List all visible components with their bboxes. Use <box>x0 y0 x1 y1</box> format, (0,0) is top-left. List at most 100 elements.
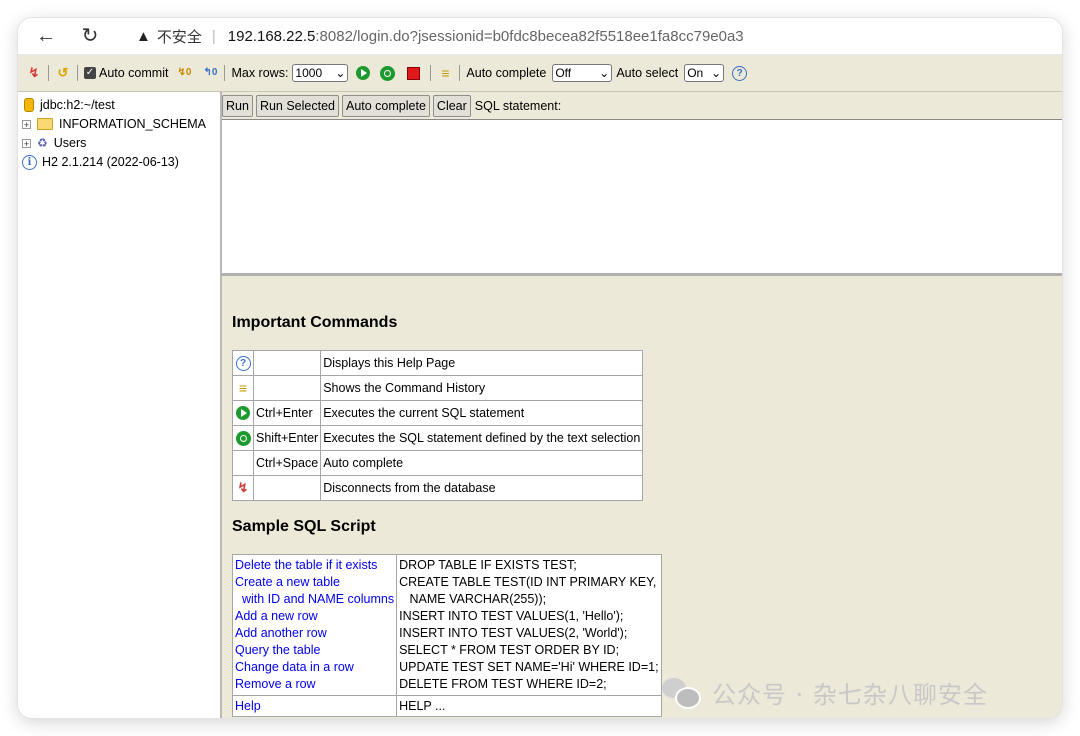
browser-window: ← ↻ ▲ 不安全 | 192.168.22.5:8082/login.do?j… <box>18 18 1062 718</box>
sample-link[interactable]: with ID and NAME columns <box>235 591 394 608</box>
important-commands-table: ? Displays this Help Page ≡ Shows the Co… <box>232 350 644 501</box>
disconnect-icon[interactable]: ↯ <box>26 65 42 81</box>
description-cell: Executes the SQL statement defined by th… <box>320 425 644 451</box>
sample-code-line: NAME VARCHAR(255)); <box>399 592 547 606</box>
shortcut-cell: Shift+Enter <box>252 425 322 451</box>
info-icon: i <box>22 154 37 170</box>
sample-code-line: INSERT INTO TEST VALUES(1, 'Hello'); <box>399 609 624 623</box>
chevron-down-icon: ⌄ <box>711 66 722 80</box>
tree-item-information-schema[interactable]: + INFORMATION_SCHEMA <box>22 115 206 133</box>
run-selected-button[interactable]: Run Selected <box>255 95 339 117</box>
help-icon: ? <box>235 356 251 371</box>
toolbar-divider <box>48 65 49 81</box>
auto-commit-toggle[interactable]: ✓ Auto commit <box>84 66 168 80</box>
shortcut-cell: Ctrl+Enter <box>252 400 322 426</box>
sample-code-line: DELETE FROM TEST WHERE ID=2; <box>399 677 607 691</box>
sample-links-cell: Delete the table if it exists Create a n… <box>231 554 398 696</box>
auto-complete-label: Auto complete <box>466 66 547 80</box>
history-icon: ≡ <box>238 380 248 396</box>
sample-link[interactable]: Query the table <box>235 642 394 659</box>
folder-icon <box>37 118 53 130</box>
url-host: 192.168.22.5 <box>227 27 316 45</box>
icon-cell: ? <box>232 350 254 376</box>
help-link-cell: Help <box>231 695 398 717</box>
tree-item-label: Users <box>53 136 87 150</box>
table-row: Shift+Enter Executes the SQL statement d… <box>232 425 644 451</box>
sample-code-line: UPDATE TEST SET NAME='Hi' WHERE ID=1; <box>399 660 659 674</box>
sample-link[interactable]: Change data in a row <box>235 659 394 676</box>
description-cell: Shows the Command History <box>320 375 644 401</box>
auto-select-select[interactable]: On ⌄ <box>684 64 725 82</box>
table-row: Ctrl+Enter Executes the current SQL stat… <box>232 400 644 426</box>
shortcut-cell <box>252 350 322 376</box>
max-rows-select[interactable]: 1000 ⌄ <box>292 64 349 82</box>
run-selected-icon[interactable] <box>380 65 396 81</box>
auto-complete-select[interactable]: Off ⌄ <box>552 64 613 82</box>
important-commands-title: Important Commands <box>232 314 398 331</box>
description-cell: Auto complete <box>320 450 644 476</box>
icon-cell <box>232 425 254 451</box>
connection-label: jdbc:h2:~/test <box>40 98 115 112</box>
table-row: ? Displays this Help Page <box>232 350 644 376</box>
clear-button[interactable]: Clear <box>432 95 471 117</box>
sample-link[interactable]: Remove a row <box>235 676 394 693</box>
sample-code-line: DROP TABLE IF EXISTS TEST; <box>399 558 577 572</box>
stop-icon[interactable] <box>407 66 421 80</box>
table-row: Delete the table if it exists Create a n… <box>231 554 662 696</box>
max-rows-value: 1000 <box>295 66 323 80</box>
expand-icon[interactable]: + <box>22 119 31 129</box>
url-path: :8082/login.do?jsessionid=b0fdc8becea82f… <box>315 27 744 45</box>
users-icon: ♻ <box>37 136 48 150</box>
tree-item-users[interactable]: + ♻ Users <box>22 134 86 152</box>
sample-link[interactable]: Add another row <box>235 625 394 642</box>
toolbar-divider <box>430 65 432 81</box>
insecure-label: 不安全 <box>156 28 202 46</box>
tree-connection[interactable]: jdbc:h2:~/test <box>22 96 115 114</box>
browser-address-bar: ← ↻ ▲ 不安全 | 192.168.22.5:8082/login.do?j… <box>18 18 1062 55</box>
url-separator: | <box>211 27 216 45</box>
icon-cell: ↯ <box>232 475 254 501</box>
help-icon[interactable]: ? <box>732 65 748 81</box>
watermark-text: 公众号 · 杂七杂八聊安全 <box>712 680 988 709</box>
icon-cell: ≡ <box>232 375 254 401</box>
description-cell: Disconnects from the database <box>320 475 644 501</box>
table-row: Help HELP ... <box>231 695 662 717</box>
version-label: H2 2.1.214 (2022-06-13) <box>42 155 179 169</box>
tree-version: i H2 2.1.214 (2022-06-13) <box>22 153 179 171</box>
chevron-down-icon: ⌄ <box>335 66 346 80</box>
shortcut-cell: Ctrl+Space <box>252 450 322 476</box>
auto-commit-checkbox-icon[interactable]: ✓ <box>84 67 96 79</box>
main-panel: Run Run Selected Auto complete Clear SQL… <box>222 92 1062 718</box>
run-icon[interactable] <box>356 66 371 80</box>
table-row: ≡ Shows the Command History <box>232 375 644 401</box>
schema-tree: jdbc:h2:~/test + INFORMATION_SCHEMA + ♻ … <box>18 92 222 718</box>
sample-link[interactable]: Create a new table <box>235 574 394 591</box>
sql-editor[interactable] <box>222 119 1062 276</box>
toolbar-divider <box>459 65 461 81</box>
back-arrow-icon[interactable]: ← <box>34 24 58 48</box>
run-icon <box>236 406 250 421</box>
shortcut-cell <box>252 375 322 401</box>
url-field[interactable]: ▲ 不安全 | 192.168.22.5:8082/login.do?jsess… <box>136 22 744 50</box>
sample-code-cell: DROP TABLE IF EXISTS TEST; CREATE TABLE … <box>396 554 662 696</box>
sample-link[interactable]: Delete the table if it exists <box>235 557 394 574</box>
sample-link[interactable]: Add a new row <box>235 608 394 625</box>
disconnect-icon: ↯ <box>237 480 249 495</box>
sample-code-line: INSERT INTO TEST VALUES(2, 'World'); <box>399 626 628 640</box>
table-row: ↯ Disconnects from the database <box>232 475 644 501</box>
description-cell: Executes the current SQL statement <box>320 400 644 426</box>
auto-commit-label: Auto commit <box>99 66 169 80</box>
tree-item-label: INFORMATION_SCHEMA <box>59 117 206 131</box>
refresh-tree-icon[interactable]: ↺ <box>55 65 71 81</box>
expand-icon[interactable]: + <box>22 138 31 148</box>
max-rows-label: Max rows: <box>231 66 289 80</box>
history-icon[interactable]: ≡ <box>437 65 453 81</box>
help-link[interactable]: Help <box>235 698 394 715</box>
reload-icon[interactable]: ↻ <box>78 24 102 48</box>
auto-complete-button[interactable]: Auto complete <box>342 95 430 117</box>
rollback-icon[interactable]: ↰0 <box>202 65 218 81</box>
auto-select-value: On <box>687 66 704 80</box>
commit-icon[interactable]: ↯0 <box>176 65 192 81</box>
watermark: 公众号 · 杂七杂八聊安全 <box>662 674 988 710</box>
run-button[interactable]: Run <box>222 95 253 117</box>
